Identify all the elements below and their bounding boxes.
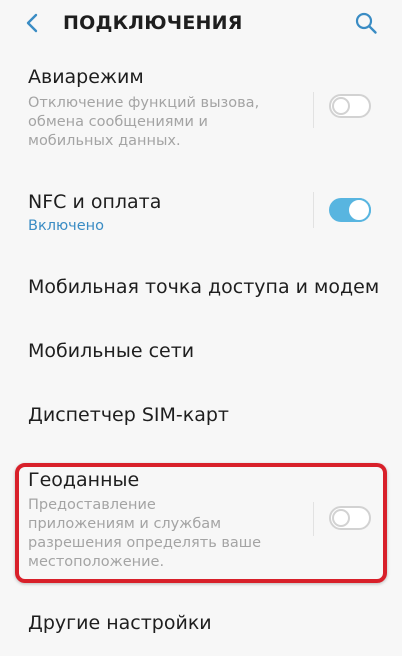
- setting-hotspot-tethering[interactable]: Мобильная точка доступа и модем: [0, 270, 402, 310]
- setting-title: Другие настройки: [28, 612, 212, 634]
- divider: [313, 192, 314, 228]
- toggle-knob: [332, 97, 350, 115]
- nfc-toggle[interactable]: [329, 198, 371, 222]
- setting-title: Мобильные сети: [28, 340, 195, 362]
- toggle-knob: [347, 198, 371, 222]
- highlight-frame: [15, 463, 387, 583]
- setting-title: Авиарежим: [28, 66, 144, 88]
- search-icon[interactable]: [354, 11, 378, 35]
- divider: [313, 92, 314, 128]
- setting-title: Диспетчер SIM-карт: [28, 404, 229, 426]
- setting-status: Включено: [28, 218, 105, 234]
- setting-title: Мобильная точка доступа и модем: [28, 276, 380, 298]
- setting-mobile-networks[interactable]: Мобильные сети: [0, 334, 402, 374]
- setting-other[interactable]: Другие настройки: [0, 606, 402, 646]
- setting-description: обмена сообщениями и: [28, 114, 208, 130]
- setting-airplane-mode[interactable]: Авиарежим Отключение функций вызова, обм…: [0, 60, 402, 160]
- setting-sim-manager[interactable]: Диспетчер SIM-карт: [0, 398, 402, 438]
- setting-title: NFC и оплата: [28, 191, 162, 213]
- page-title: ПОДКЛЮЧЕНИЯ: [63, 12, 243, 34]
- setting-description: мобильных данных.: [28, 133, 181, 149]
- setting-description: Отключение функций вызова,: [28, 95, 260, 111]
- airplane-mode-toggle[interactable]: [329, 94, 371, 118]
- app-header: ПОДКЛЮЧЕНИЯ: [0, 0, 402, 46]
- chevron-left-icon[interactable]: [22, 12, 44, 34]
- setting-nfc-payment[interactable]: NFC и оплата Включено: [0, 186, 402, 246]
